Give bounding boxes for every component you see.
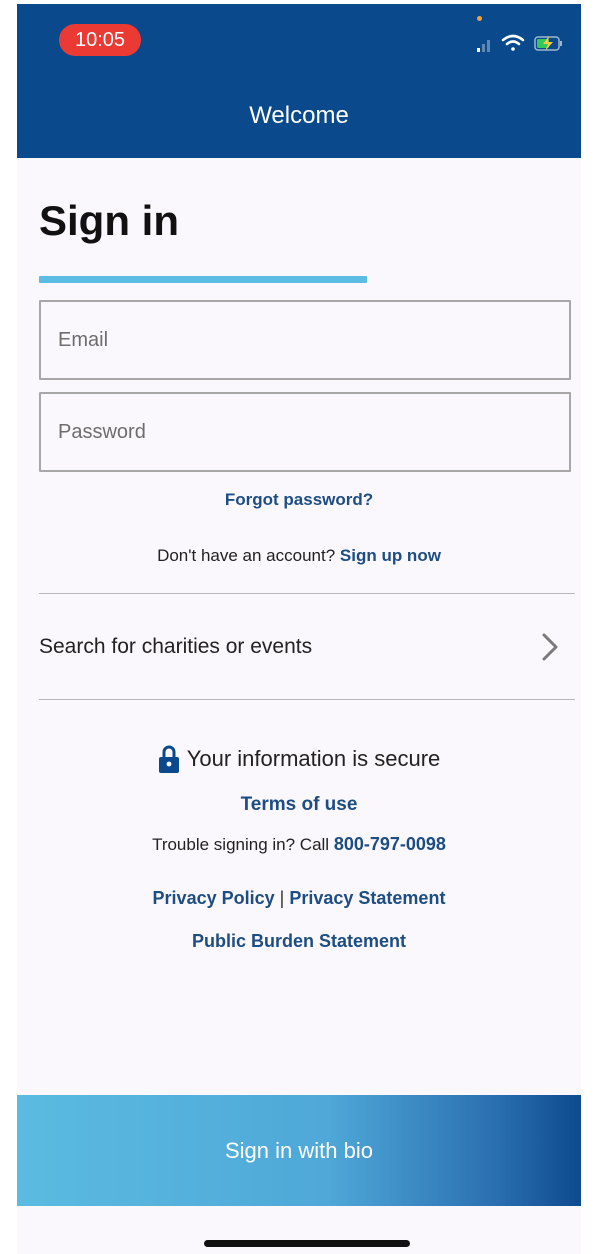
link-separator: | <box>279 888 285 908</box>
divider <box>39 699 575 700</box>
wifi-icon <box>501 34 525 51</box>
header-bar: 10:05 Welcome <box>17 4 581 158</box>
security-notice: Your information is secure <box>17 744 581 774</box>
page-title: Sign in <box>39 197 179 244</box>
signal-icon <box>477 40 490 52</box>
signup-row: Don't have an account? Sign up now <box>17 546 581 566</box>
email-field[interactable] <box>39 300 571 380</box>
status-icons <box>477 34 562 52</box>
public-burden-statement-link[interactable]: Public Burden Statement <box>192 931 406 951</box>
forgot-password-link[interactable]: Forgot password? <box>225 490 373 509</box>
trouble-signing-row: Trouble signing in? Call 800-797-0098 <box>17 834 581 855</box>
phone-link[interactable]: 800-797-0098 <box>334 834 446 854</box>
app-screen: 10:05 Welcome Sign in For <box>17 4 581 1254</box>
secure-text: Your information is secure <box>186 746 441 771</box>
search-charities-label: Search for charities or events <box>39 635 313 658</box>
sign-in-with-bio-button[interactable]: Sign in with bio <box>17 1095 581 1206</box>
signup-link[interactable]: Sign up now <box>340 546 441 565</box>
home-indicator[interactable] <box>204 1240 410 1247</box>
privacy-row: Privacy Policy | Privacy Statement <box>17 888 581 909</box>
search-charities-row[interactable]: Search for charities or events <box>39 614 575 680</box>
burden-row: Public Burden Statement <box>17 931 581 952</box>
forgot-password-row: Forgot password? <box>17 490 581 510</box>
divider <box>39 593 575 594</box>
privacy-policy-link[interactable]: Privacy Policy <box>153 888 275 908</box>
terms-row: Terms of use <box>17 794 581 816</box>
battery-charging-icon <box>534 36 562 51</box>
camera-indicator-dot <box>477 16 482 21</box>
trouble-text: Trouble signing in? Call <box>152 835 330 854</box>
header-title: Welcome <box>249 102 349 129</box>
status-time: 10:05 <box>59 24 141 56</box>
chevron-right-icon <box>542 633 558 661</box>
signup-prompt: Don't have an account? <box>157 546 336 565</box>
password-field[interactable] <box>39 392 571 472</box>
privacy-statement-link[interactable]: Privacy Statement <box>289 888 445 908</box>
terms-of-use-link[interactable]: Terms of use <box>241 794 358 815</box>
lock-icon <box>158 745 179 773</box>
progress-indicator <box>39 276 367 283</box>
